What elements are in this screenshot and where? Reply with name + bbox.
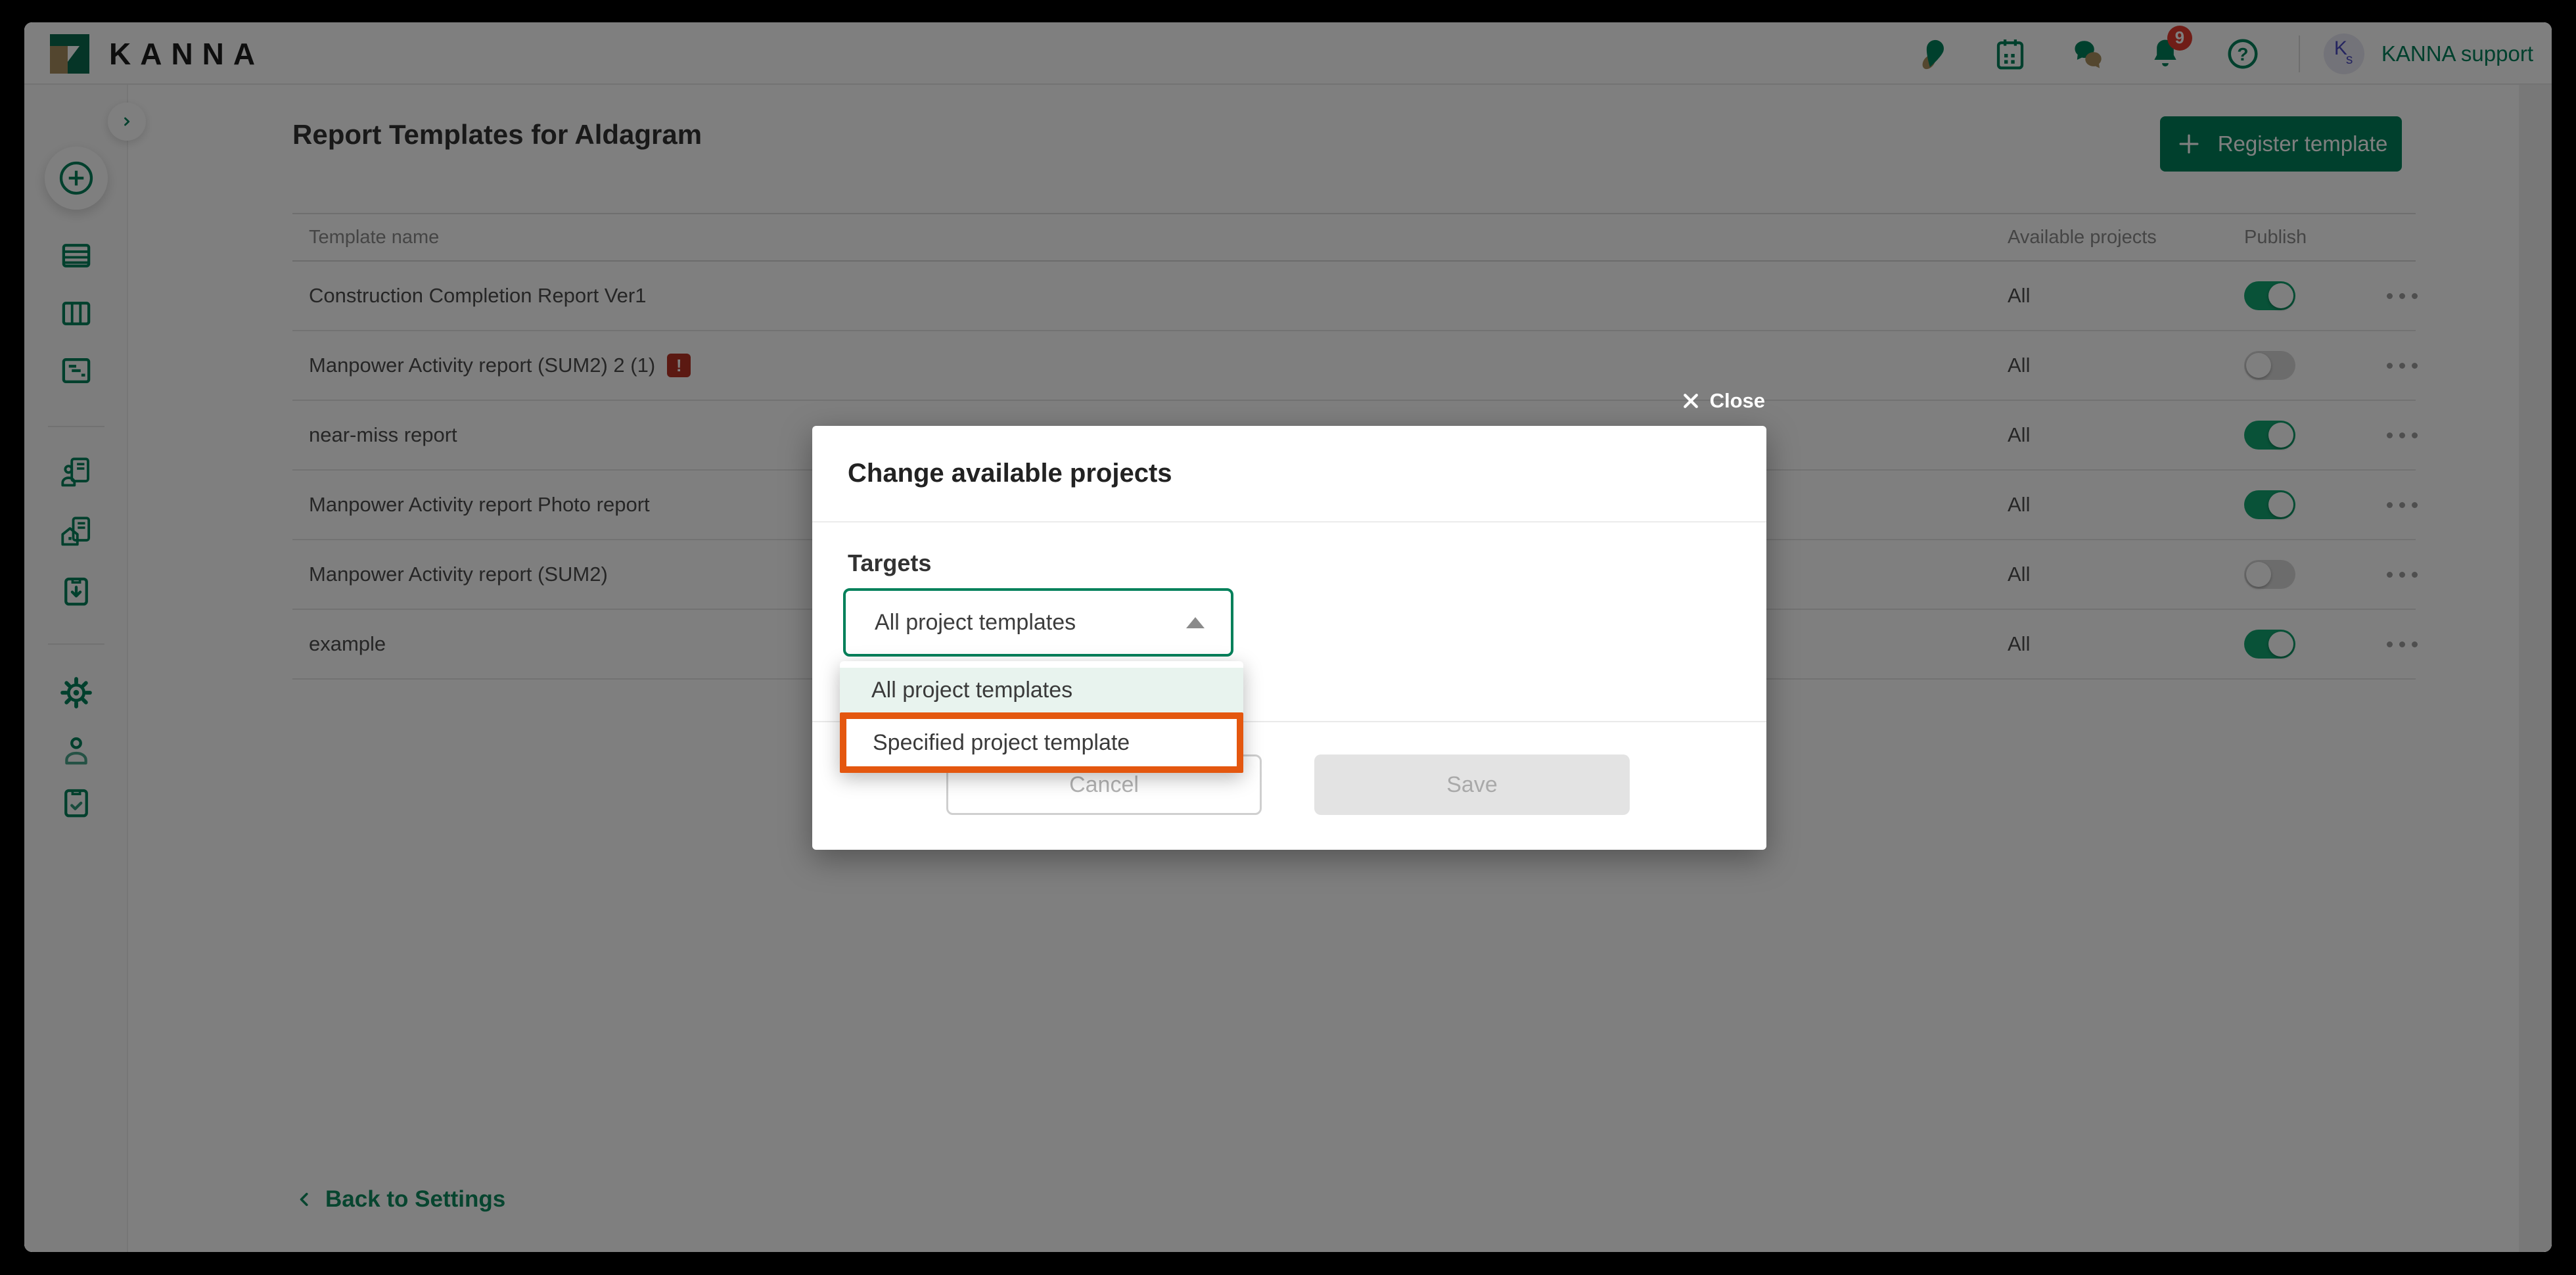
change-available-projects-modal: Close Change available projects Targets … bbox=[812, 426, 1766, 850]
save-button[interactable]: Save bbox=[1314, 754, 1630, 815]
app-window: KANNA 9? K s KANNA support Repo bbox=[24, 22, 2552, 1252]
targets-select-value: All project templates bbox=[875, 610, 1076, 636]
targets-label: Targets bbox=[848, 549, 931, 577]
modal-header: Change available projects bbox=[812, 426, 1766, 522]
modal-close-button[interactable]: Close bbox=[1681, 389, 1765, 413]
modal-title: Change available projects bbox=[848, 459, 1172, 488]
targets-dropdown: All project templatesSpecified project t… bbox=[840, 661, 1243, 773]
close-x-icon bbox=[1681, 391, 1701, 411]
dropdown-option[interactable]: All project templates bbox=[840, 668, 1243, 712]
dropdown-option-highlighted[interactable]: Specified project template bbox=[840, 712, 1243, 773]
modal-close-label: Close bbox=[1710, 389, 1765, 413]
targets-select[interactable]: All project templates bbox=[843, 588, 1233, 657]
screenshot-frame: KANNA 9? K s KANNA support Repo bbox=[0, 0, 2576, 1275]
caret-up-icon bbox=[1186, 617, 1205, 628]
